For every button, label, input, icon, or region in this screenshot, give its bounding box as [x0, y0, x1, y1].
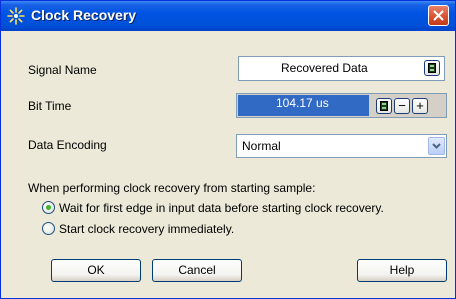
signal-name-value: Recovered Data [281, 61, 368, 75]
calculator-icon [428, 63, 436, 73]
data-encoding-label: Data Encoding [28, 138, 107, 152]
clock-recovery-dialog: Clock Recovery Signal Name Recovered Dat… [0, 0, 456, 299]
signal-name-calculator-button[interactable] [424, 60, 440, 76]
data-encoding-dropdown-button[interactable] [428, 137, 445, 155]
close-icon [433, 10, 444, 21]
radio-start-immediately[interactable] [42, 222, 55, 235]
bit-time-calculator-button[interactable] [376, 98, 392, 114]
bit-time-decrement-button[interactable]: − [394, 98, 410, 114]
option-start-immediately-label[interactable]: Start clock recovery immediately. [59, 222, 234, 236]
minus-icon: − [398, 98, 406, 113]
bit-time-label: Bit Time [28, 99, 72, 113]
title-bar[interactable]: Clock Recovery [1, 1, 455, 31]
bit-time-value: 104.17 us [276, 96, 329, 110]
data-encoding-value: Normal [242, 139, 281, 153]
calculator-icon [380, 101, 388, 111]
dialog-title: Clock Recovery [31, 7, 137, 23]
radio-wait-for-edge[interactable] [42, 201, 55, 214]
bit-time-field[interactable]: 104.17 us − + [236, 93, 447, 118]
close-button[interactable] [428, 5, 449, 26]
signal-name-label: Signal Name [28, 63, 97, 77]
signal-name-field[interactable]: Recovered Data [238, 56, 445, 81]
data-encoding-select[interactable]: Normal [236, 134, 447, 158]
help-button[interactable]: Help [357, 259, 447, 282]
radio-selected-dot [46, 205, 51, 210]
option-wait-for-edge-label[interactable]: Wait for first edge in input data before… [59, 201, 384, 215]
clock-recovery-icon [7, 7, 25, 25]
cancel-button[interactable]: Cancel [152, 259, 242, 282]
chevron-down-icon [432, 143, 441, 149]
plus-icon: + [416, 98, 424, 113]
recovery-prompt: When performing clock recovery from star… [28, 181, 316, 195]
ok-button[interactable]: OK [51, 259, 141, 282]
bit-time-increment-button[interactable]: + [412, 98, 428, 114]
